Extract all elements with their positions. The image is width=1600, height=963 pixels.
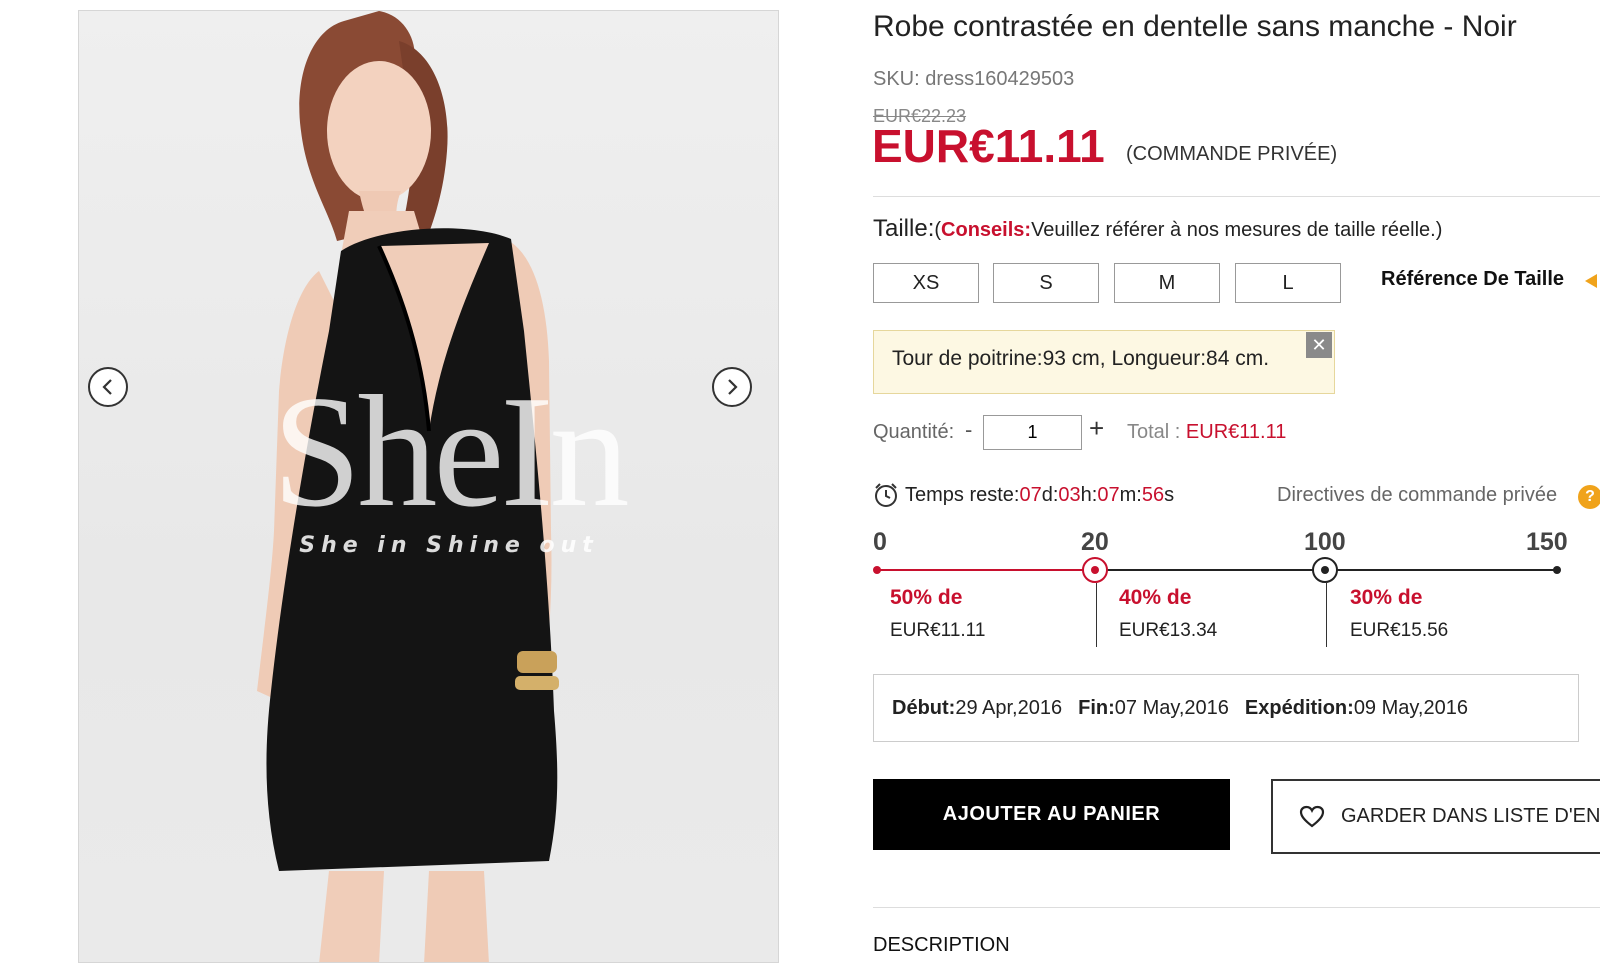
tier-threshold-1: 20 <box>1081 528 1109 556</box>
timer-seconds: 56 <box>1141 483 1165 506</box>
wishlist-label: GARDER DANS LISTE D'ENV <box>1341 805 1600 827</box>
total-label: Total : <box>1127 421 1181 443</box>
quantity-decrement-button[interactable]: - <box>965 417 972 443</box>
divider <box>873 196 1600 197</box>
chevron-left-icon <box>102 379 112 395</box>
timer-hours-unit: h: <box>1080 483 1098 506</box>
size-reference-link[interactable]: Référence De Taille <box>1381 268 1564 291</box>
timer-minutes: 07 <box>1097 483 1120 506</box>
timer-minutes-unit: m: <box>1119 483 1142 506</box>
tier-progress-filled <box>877 569 1095 571</box>
start-date: 29 Apr,2016 <box>955 696 1063 719</box>
tier-threshold-2: 100 <box>1304 528 1346 556</box>
timer-seconds-unit: s <box>1164 483 1175 506</box>
size-option-s[interactable]: S <box>993 263 1099 303</box>
prev-image-button[interactable] <box>88 367 128 407</box>
size-option-xs[interactable]: XS <box>873 263 979 303</box>
add-to-cart-button[interactable]: AJOUTER AU PANIER <box>873 779 1230 850</box>
total-row: Total : EUR€11.11 <box>1127 421 1286 444</box>
tier-price-2: EUR€13.34 <box>1119 620 1218 641</box>
shipping-date: 09 May,2016 <box>1353 696 1468 719</box>
tier-end-dot <box>1553 566 1561 574</box>
tier-price-3: EUR€15.56 <box>1350 620 1449 641</box>
tier-marker-100 <box>1312 557 1338 583</box>
next-image-button[interactable] <box>712 367 752 407</box>
end-date-label: Fin: <box>1078 696 1115 719</box>
size-tip-key: Conseils: <box>941 219 1032 241</box>
price-note: (COMMANDE PRIVÉE) <box>1126 143 1338 165</box>
tier-threshold-0: 0 <box>873 528 887 556</box>
size-tip-text: Veuillez référer à nos mesures de taille… <box>1031 219 1443 241</box>
product-sku: SKU: dress160429503 <box>873 68 1075 90</box>
heart-icon <box>1299 805 1325 827</box>
quantity-input[interactable] <box>983 415 1082 450</box>
wishlist-button[interactable]: GARDER DANS LISTE D'ENV <box>1271 779 1600 854</box>
tier-threshold-3: 150 <box>1526 528 1568 556</box>
timer-days: 07 <box>1019 483 1042 506</box>
tier-divider <box>1326 583 1327 647</box>
size-option-l[interactable]: L <box>1235 263 1341 303</box>
alarm-clock-icon <box>875 483 897 507</box>
tier-marker-20 <box>1082 557 1108 583</box>
sale-price: EUR€11.11 <box>872 120 1105 172</box>
watermark-tagline: She in Shine out <box>299 533 599 558</box>
total-value: EUR€11.11 <box>1185 421 1287 443</box>
private-order-guide-link[interactable]: Directives de commande privée <box>1277 484 1557 507</box>
quantity-label: Quantité: <box>873 421 955 443</box>
countdown-timer: Temps reste: 07 d: 03 h: 07 m: 56 s <box>873 482 1174 508</box>
tier-divider <box>1096 583 1097 647</box>
shipping-date-label: Expédition: <box>1244 696 1354 719</box>
tier-start-dot <box>873 566 881 574</box>
product-title: Robe contrastée en dentelle sans manche … <box>873 10 1517 43</box>
end-date: 07 May,2016 <box>1114 696 1229 719</box>
tier-price-1: EUR€11.11 <box>890 620 986 641</box>
size-label-row: Taille:(Conseils:Veuillez référer à nos … <box>873 215 1442 243</box>
tier-discount-3: 30% de <box>1350 586 1423 609</box>
product-image[interactable]: SheIn She in Shine out <box>78 10 779 963</box>
description-heading[interactable]: DESCRIPTION <box>873 934 1010 957</box>
timer-hours: 03 <box>1058 483 1081 506</box>
start-date-label: Début: <box>892 696 956 719</box>
size-option-m[interactable]: M <box>1114 263 1220 303</box>
close-icon[interactable]: ✕ <box>1306 332 1332 358</box>
chevron-right-icon <box>728 379 738 395</box>
help-icon[interactable]: ? <box>1578 485 1600 509</box>
order-dates-box: Début: 29 Apr,2016 Fin: 07 May,2016 Expédi… <box>873 674 1579 742</box>
measurement-notice: Tour de poitrine:93 cm, Longueur:84 cm. <box>873 330 1335 394</box>
triangle-left-icon <box>1585 274 1597 288</box>
divider <box>873 907 1600 908</box>
watermark-logo: SheIn <box>272 362 629 540</box>
quantity-increment-button[interactable]: + <box>1089 413 1104 444</box>
timer-label: Temps reste: <box>905 483 1020 506</box>
size-label: Taille: <box>873 215 935 242</box>
tier-discount-2: 40% de <box>1119 586 1192 609</box>
tier-discount-1: 50% de <box>890 586 963 609</box>
timer-days-unit: d: <box>1041 483 1059 506</box>
